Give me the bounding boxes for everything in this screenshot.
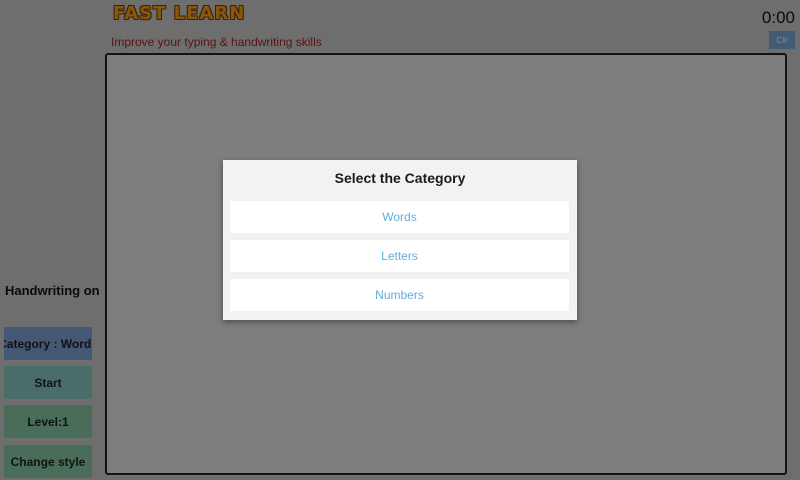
dialog-title: Select the Category bbox=[334, 170, 466, 186]
option-numbers[interactable]: Numbers bbox=[230, 279, 569, 311]
option-words[interactable]: Words bbox=[230, 201, 569, 233]
option-letters[interactable]: Letters bbox=[230, 240, 569, 272]
category-dialog: Select the Category Words Letters Number… bbox=[223, 160, 577, 320]
